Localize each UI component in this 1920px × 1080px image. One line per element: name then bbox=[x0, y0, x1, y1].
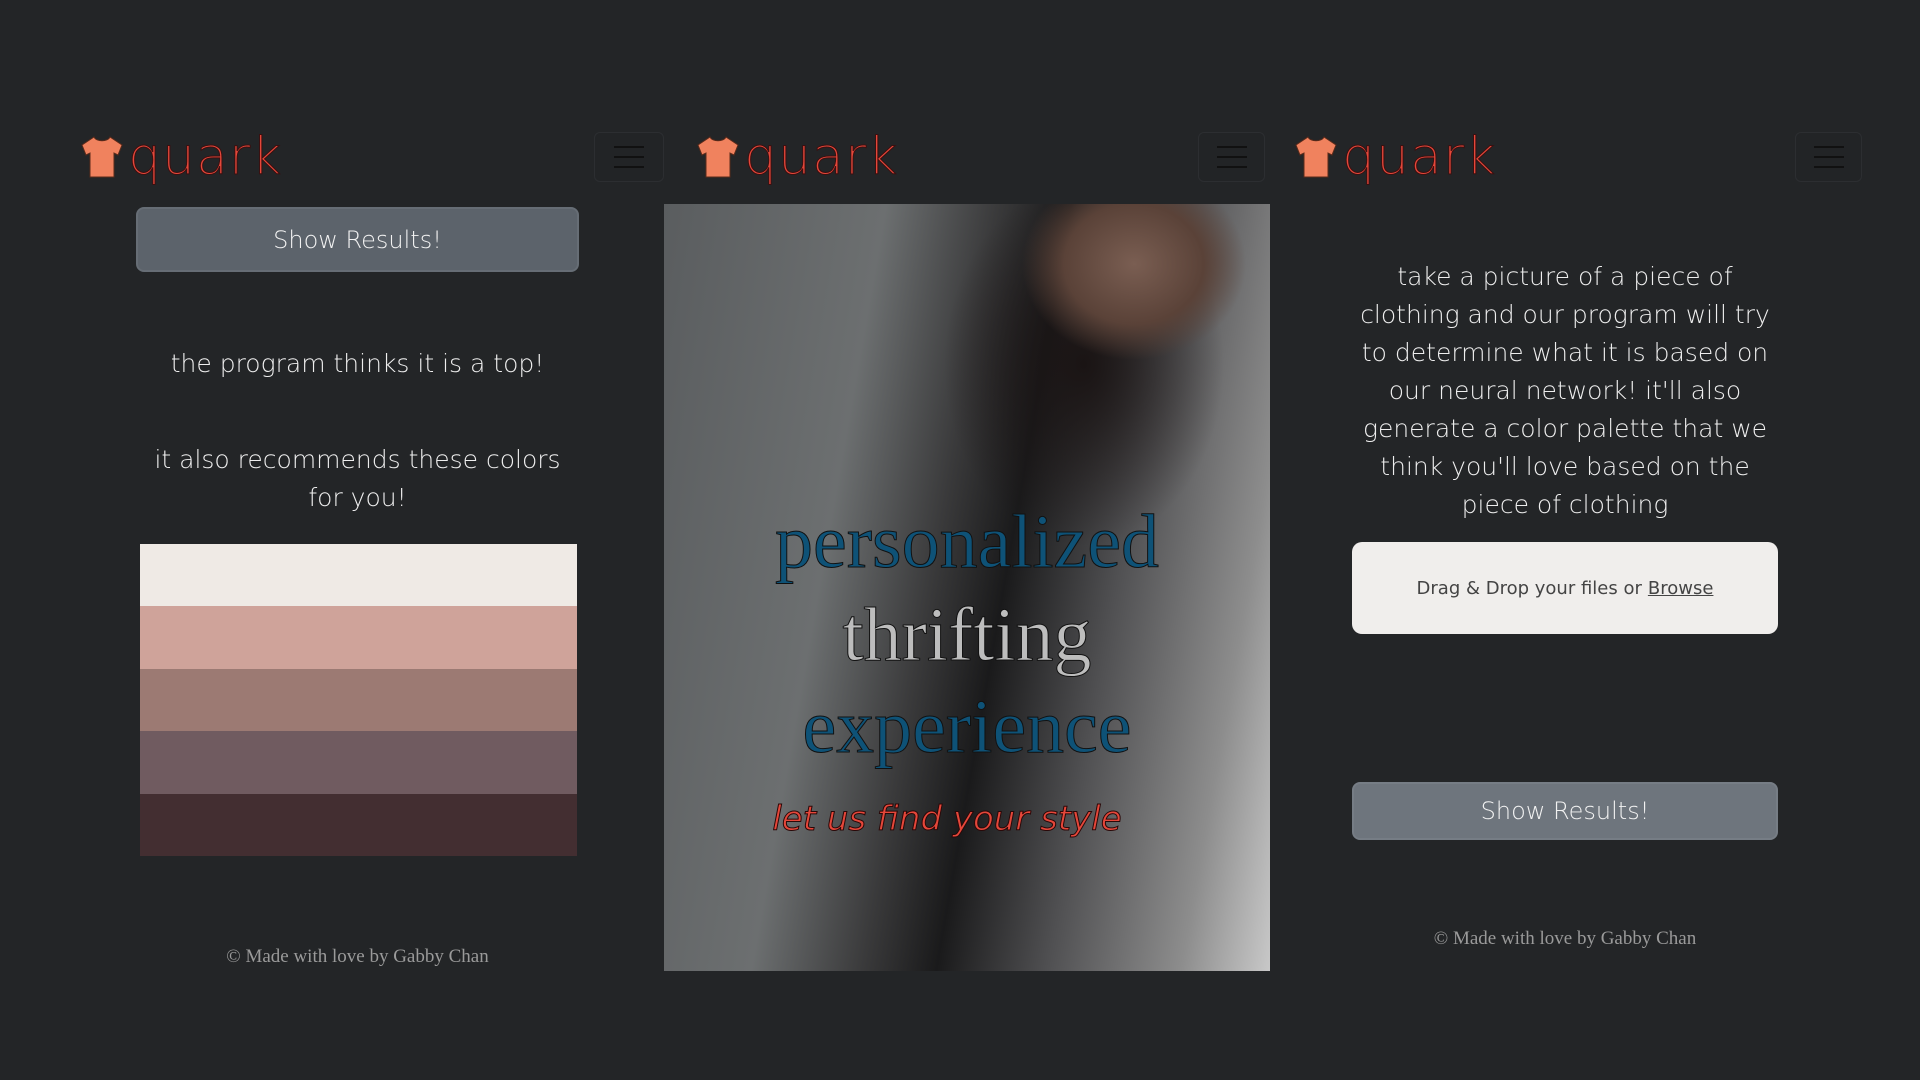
hamburger-menu-button[interactable] bbox=[1795, 132, 1862, 182]
hero-line-personalized: personalized bbox=[774, 500, 1160, 584]
show-results-button[interactable]: Show Results! bbox=[1352, 782, 1778, 840]
brand-name: quark bbox=[743, 127, 899, 187]
logo[interactable]: quark bbox=[1292, 127, 1496, 187]
brand-name: quark bbox=[127, 127, 283, 187]
palette-swatch-1 bbox=[140, 544, 577, 607]
recommend-text: it also recommends these colors for you! bbox=[154, 445, 561, 512]
shirt-icon bbox=[694, 133, 742, 181]
palette-swatch-3 bbox=[140, 668, 577, 732]
palette-swatch-5 bbox=[140, 793, 577, 856]
hero-line-experience: experience bbox=[802, 685, 1132, 769]
hamburger-menu-button[interactable] bbox=[1198, 132, 1265, 182]
shirt-icon bbox=[1292, 133, 1340, 181]
footer-credit: © Made with love by Gabby Chan bbox=[226, 946, 489, 967]
palette-swatch-4 bbox=[140, 731, 577, 794]
footer-credit: © Made with love by Gabby Chan bbox=[1433, 928, 1697, 949]
shirt-icon bbox=[78, 133, 126, 181]
logo[interactable]: quark bbox=[78, 127, 282, 187]
prediction-text: the program thinks it is a top! bbox=[170, 349, 545, 378]
color-palette bbox=[140, 544, 577, 856]
show-results-button[interactable]: Show Results! bbox=[136, 207, 579, 272]
tagline: let us find your style bbox=[772, 799, 1122, 840]
hero-line-thrifting: thrifting bbox=[842, 593, 1092, 677]
hamburger-menu-button[interactable] bbox=[594, 132, 664, 182]
browse-link[interactable]: Browse bbox=[1648, 578, 1714, 599]
upload-description: take a picture of a piece of clothing an… bbox=[1360, 262, 1770, 519]
brand-name: quark bbox=[1341, 127, 1497, 187]
palette-swatch-2 bbox=[140, 606, 577, 669]
dropzone-text: Drag & Drop your files or bbox=[1416, 577, 1642, 599]
logo[interactable]: quark bbox=[694, 127, 898, 187]
hero-photo: personalized thrifting experience let us… bbox=[664, 204, 1270, 971]
file-dropzone[interactable]: Drag & Drop your files or Browse bbox=[1352, 542, 1778, 634]
